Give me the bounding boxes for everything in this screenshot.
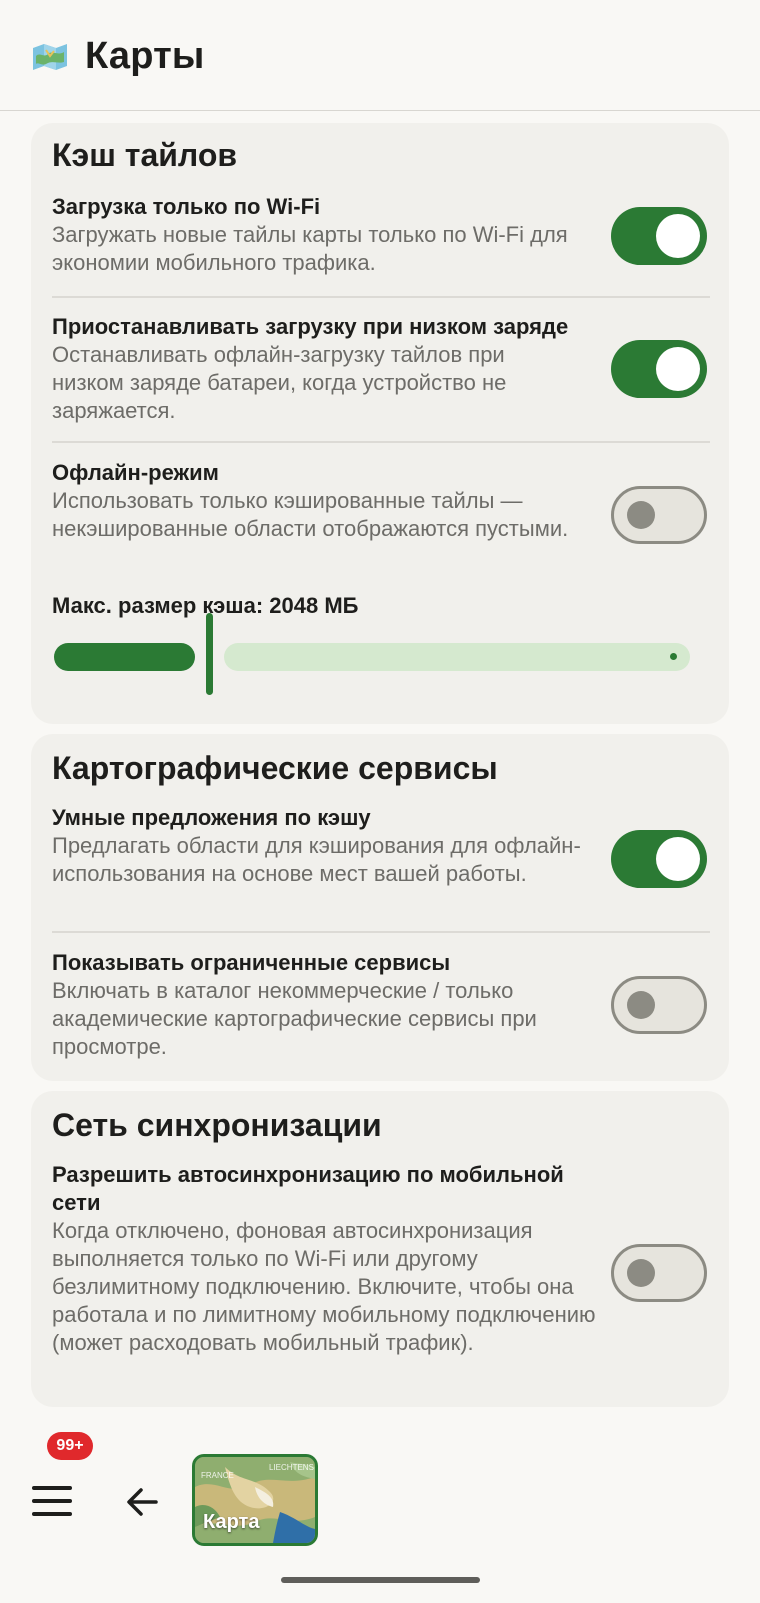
smart-suggestions-setting[interactable]: Умные предложения по кэшу Предлагать обл…: [52, 804, 702, 888]
sync-network-card: Сеть синхронизации Разрешить автосинхрон…: [31, 1091, 729, 1407]
wifi-only-setting[interactable]: Загрузка только по Wi-Fi Загружать новые…: [52, 193, 702, 277]
toggle-knob: [656, 214, 700, 258]
divider: [52, 931, 710, 933]
toggle-knob: [627, 501, 655, 529]
toggle-knob: [627, 1259, 655, 1287]
map-mini-label: LIECHTENS: [269, 1463, 314, 1472]
slider-stop-indicator: [670, 653, 677, 660]
map-preview-button[interactable]: FRANCE LIECHTENS Карта: [192, 1454, 318, 1546]
setting-description: Загружать новые тайлы карты только по Wi…: [52, 222, 568, 275]
smart-suggestions-toggle[interactable]: [611, 830, 707, 888]
offline-mode-toggle[interactable]: [611, 486, 707, 544]
setting-title: Офлайн-режим: [52, 460, 219, 485]
notification-badge: 99+: [47, 1432, 93, 1460]
mobile-autosync-toggle[interactable]: [611, 1244, 707, 1302]
setting-description: Включать в каталог некоммерческие / толь…: [52, 978, 537, 1059]
setting-title: Умные предложения по кэшу: [52, 805, 371, 830]
toggle-knob: [656, 347, 700, 391]
cache-size-slider[interactable]: [52, 613, 692, 697]
tile-cache-card: Кэш тайлов Загрузка только по Wi-Fi Загр…: [31, 123, 729, 724]
setting-description: Останавливать офлайн-загрузку тайлов при…: [52, 342, 507, 423]
setting-title: Загрузка только по Wi-Fi: [52, 194, 321, 219]
hamburger-menu-icon[interactable]: [32, 1486, 72, 1518]
top-app-bar: Карты: [0, 0, 760, 111]
map-services-card: Картографические сервисы Умные предложен…: [31, 734, 729, 1081]
offline-mode-setting[interactable]: Офлайн-режим Использовать только кэширов…: [52, 459, 702, 543]
map-icon: [33, 44, 67, 70]
low-battery-toggle[interactable]: [611, 340, 707, 398]
slider-inactive-track: [224, 643, 690, 671]
setting-description: Предлагать области для кэширования для о…: [52, 833, 581, 886]
slider-thumb[interactable]: [206, 613, 213, 695]
arrow-left-icon[interactable]: [122, 1482, 162, 1522]
toggle-knob: [627, 991, 655, 1019]
section-title: Картографические сервисы: [52, 750, 498, 786]
section-title: Сеть синхронизации: [52, 1107, 382, 1143]
divider: [52, 441, 710, 443]
setting-description: Когда отключено, фоновая автосинхронизац…: [52, 1218, 596, 1355]
toggle-knob: [656, 837, 700, 881]
map-preview-label: Карта: [203, 1511, 260, 1533]
setting-title: Показывать ограниченные сервисы: [52, 950, 451, 975]
low-battery-setting[interactable]: Приостанавливать загрузку при низком зар…: [52, 313, 702, 425]
wifi-only-toggle[interactable]: [611, 207, 707, 265]
mobile-autosync-setting[interactable]: Разрешить автосинхронизацию по мобильной…: [52, 1161, 702, 1357]
bottom-bar: 99+ FRANCE LIECHTENS Карта: [0, 1400, 760, 1603]
setting-title: Разрешить автосинхронизацию по мобильной…: [52, 1162, 564, 1215]
map-mini-label: FRANCE: [201, 1471, 234, 1480]
section-title: Кэш тайлов: [52, 137, 238, 173]
setting-description: Использовать только кэшированные тайлы —…: [52, 488, 569, 541]
divider: [52, 296, 710, 298]
home-indicator[interactable]: [281, 1577, 480, 1583]
restricted-services-toggle[interactable]: [611, 976, 707, 1034]
setting-title: Приостанавливать загрузку при низком зар…: [52, 314, 569, 339]
page-title: Карты: [85, 35, 205, 77]
restricted-services-setting[interactable]: Показывать ограниченные сервисы Включать…: [52, 949, 702, 1061]
slider-active-track: [54, 643, 195, 671]
